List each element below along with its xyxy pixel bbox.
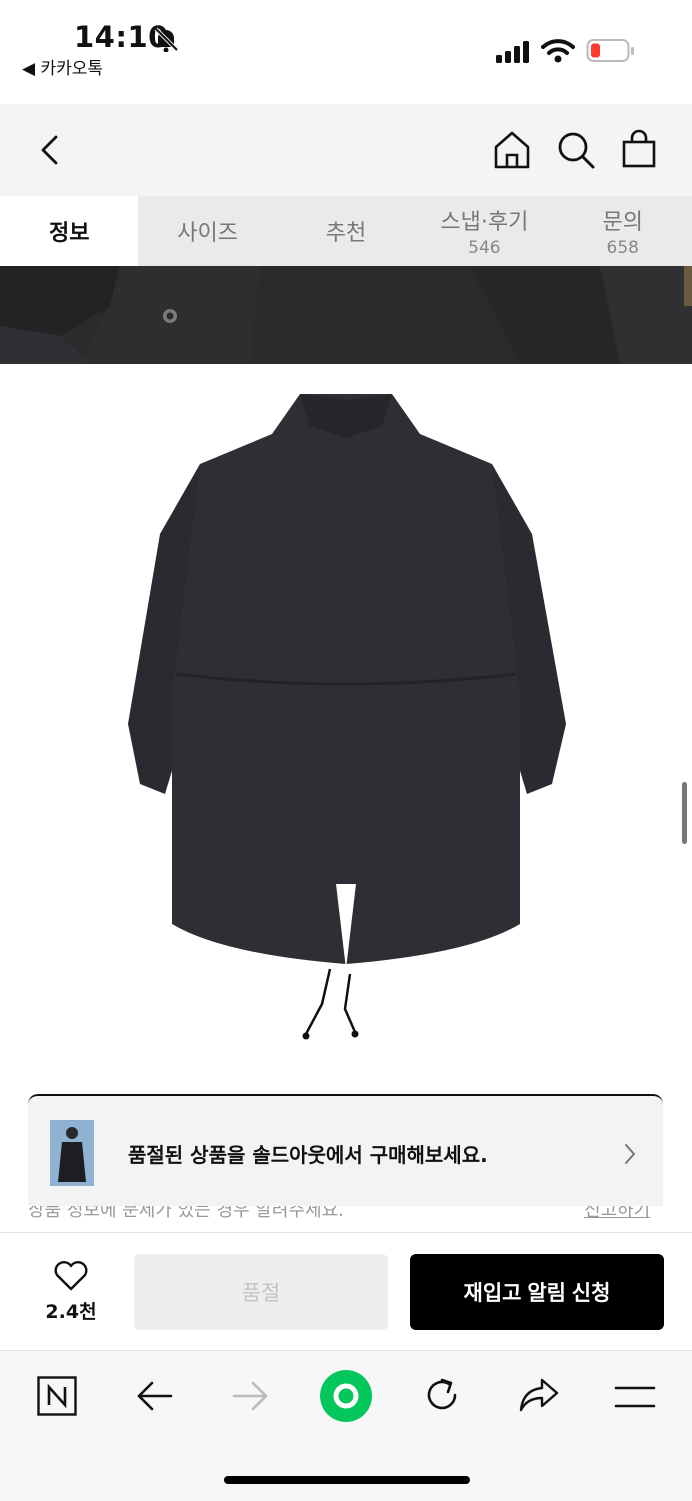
tab-label: 추천 xyxy=(325,221,367,246)
page-scrollbar[interactable] xyxy=(682,782,687,844)
browser-back-icon[interactable] xyxy=(135,1378,175,1414)
like-count: 2.4천 xyxy=(45,1301,97,1323)
home-indicator[interactable] xyxy=(224,1476,470,1484)
battery-icon xyxy=(586,39,634,62)
soldout-button[interactable]: 품절 xyxy=(134,1254,388,1330)
detail-tabs: 정보 사이즈 추천 스냅·후기 546 문의 658 xyxy=(0,196,692,266)
wifi-icon xyxy=(541,39,575,63)
heart-icon[interactable] xyxy=(53,1260,89,1292)
tab-size[interactable]: 사이즈 xyxy=(138,196,276,266)
menu-icon[interactable] xyxy=(614,1380,656,1414)
tab-snap-review[interactable]: 스냅·후기 546 xyxy=(415,196,553,266)
home-icon[interactable] xyxy=(492,130,532,170)
search-icon[interactable] xyxy=(556,130,596,170)
restock-alert-button[interactable]: 재입고 알림 신청 xyxy=(410,1254,664,1330)
product-detail-photo xyxy=(0,266,692,364)
back-to-app-link[interactable]: ◀ 카카오톡 xyxy=(22,54,103,79)
coat-back-image xyxy=(128,394,566,1040)
tab-label: 사이즈 xyxy=(177,221,238,246)
cart-icon[interactable] xyxy=(620,128,658,170)
share-icon[interactable] xyxy=(517,1376,561,1416)
banner-thumbnail xyxy=(50,1120,94,1186)
bell-mute-icon xyxy=(154,27,179,52)
signal-icon xyxy=(496,41,529,63)
tab-inquiry[interactable]: 문의 658 xyxy=(554,196,692,266)
tab-label: 스냅·후기 xyxy=(440,210,529,235)
naver-icon[interactable] xyxy=(37,1376,77,1416)
tab-info[interactable]: 정보 xyxy=(0,196,139,266)
browser-forward-icon[interactable] xyxy=(230,1378,270,1414)
tab-label: 문의 xyxy=(602,210,643,235)
chevron-right-icon xyxy=(625,1144,635,1164)
refresh-icon[interactable] xyxy=(421,1374,463,1416)
back-icon[interactable] xyxy=(36,134,64,166)
tab-count: 546 xyxy=(468,238,501,258)
tab-count: 658 xyxy=(606,238,639,258)
product-image xyxy=(0,364,692,1094)
banner-text: 품절된 상품을 솔드아웃에서 구매해보세요. xyxy=(128,1143,488,1167)
tab-recommend[interactable]: 추천 xyxy=(277,196,415,266)
tab-label: 정보 xyxy=(48,221,90,246)
green-dot-icon[interactable] xyxy=(320,1370,372,1422)
jacket-closeup-image xyxy=(0,266,692,364)
